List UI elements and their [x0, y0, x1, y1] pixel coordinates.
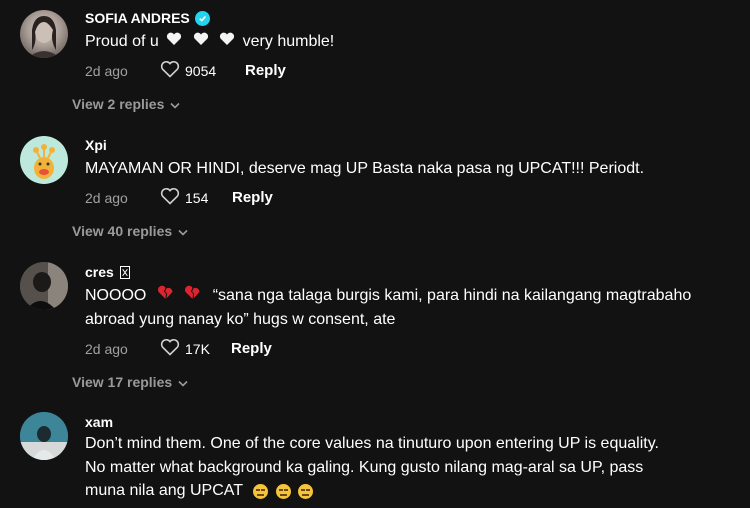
heart-outline-icon[interactable] [160, 338, 180, 359]
comment-username[interactable]: SOFIA ANDRES [85, 10, 210, 26]
comment-text-line: Don’t mind them. One of the core values … [85, 435, 659, 452]
chevron-down-icon [178, 374, 188, 390]
comment-item: cres NOOOO “sana nga talaga burgis kami,… [0, 254, 750, 399]
comment-text: NOOOO “sana nga talaga burgis kami, para… [85, 284, 740, 308]
avatar[interactable] [20, 412, 68, 460]
view-replies-label: View 17 replies [72, 374, 173, 390]
comment-username[interactable]: Xpi [85, 137, 107, 153]
broken-heart-emoji [184, 284, 201, 308]
like-button[interactable]: 154 [160, 187, 232, 208]
comment-text-line: abroad yung nanay ko” hugs w consent, at… [85, 311, 396, 328]
avatar[interactable] [20, 262, 68, 310]
view-replies-label: View 2 replies [72, 96, 165, 112]
comment-text-part: muna nila ang UPCAT [85, 482, 243, 499]
reply-button[interactable]: Reply [232, 189, 273, 206]
username-text: SOFIA ANDRES [85, 10, 190, 26]
verified-badge-icon [194, 10, 210, 26]
comment-meta: 2d ago 9054 Reply [85, 60, 286, 81]
unsupported-glyph-icon [119, 265, 130, 279]
reply-button[interactable]: Reply [245, 62, 286, 79]
comment-item: SOFIA ANDRES Proud of u very humble! 2d … [0, 0, 750, 120]
username-text: cres [85, 264, 114, 280]
username-text: Xpi [85, 137, 107, 153]
comment-text-part: “sana nga talaga burgis kami, para hindi… [212, 287, 692, 304]
username-text: xam [85, 414, 114, 430]
like-count: 17K [185, 340, 210, 357]
expressionless-face-emoji [275, 483, 291, 499]
reply-button[interactable]: Reply [231, 340, 272, 357]
white-heart-emoji [166, 30, 182, 54]
view-replies-button[interactable]: View 2 replies [72, 96, 180, 112]
heart-outline-icon[interactable] [160, 60, 180, 81]
comment-timestamp: 2d ago [85, 189, 128, 206]
expressionless-face-emoji [298, 483, 314, 499]
white-heart-emoji [219, 30, 235, 54]
comment-timestamp: 2d ago [85, 340, 128, 357]
comment-username[interactable]: cres [85, 264, 130, 280]
chevron-down-icon [170, 96, 180, 112]
comment-text: Proud of u very humble! [85, 30, 740, 54]
comment-meta: 2d ago 154 Reply [85, 187, 273, 208]
heart-outline-icon[interactable] [160, 187, 180, 208]
comment-item: Xpi MAYAMAN OR HINDI, deserve mag UP Bas… [0, 127, 750, 247]
comment-text-part: very humble! [242, 33, 335, 50]
comment-text: muna nila ang UPCAT [85, 479, 740, 503]
like-button[interactable]: 9054 [160, 60, 245, 81]
like-button[interactable]: 17K [160, 338, 231, 359]
comment-timestamp: 2d ago [85, 62, 128, 79]
chevron-down-icon [178, 223, 188, 239]
comment-item: xam Don’t mind them. One of the core val… [0, 404, 750, 508]
view-replies-button[interactable]: View 40 replies [72, 223, 188, 239]
view-replies-label: View 40 replies [72, 223, 173, 239]
comment-meta: 2d ago 17K Reply [85, 338, 272, 359]
broken-heart-emoji [157, 284, 174, 308]
comment-text-part: NOOOO [85, 287, 147, 304]
comment-text-part: Proud of u [85, 33, 159, 50]
comment-username[interactable]: xam [85, 414, 113, 430]
comment-text: MAYAMAN OR HINDI, deserve mag UP Basta n… [85, 160, 645, 177]
comment-text-line: No matter what background ka galing. Kun… [85, 459, 644, 476]
view-replies-button[interactable]: View 17 replies [72, 374, 188, 390]
expressionless-face-emoji [253, 483, 269, 499]
white-heart-emoji [193, 30, 209, 54]
like-count: 9054 [185, 62, 217, 79]
avatar[interactable] [20, 10, 68, 58]
avatar[interactable] [20, 136, 68, 184]
like-count: 154 [185, 189, 209, 206]
